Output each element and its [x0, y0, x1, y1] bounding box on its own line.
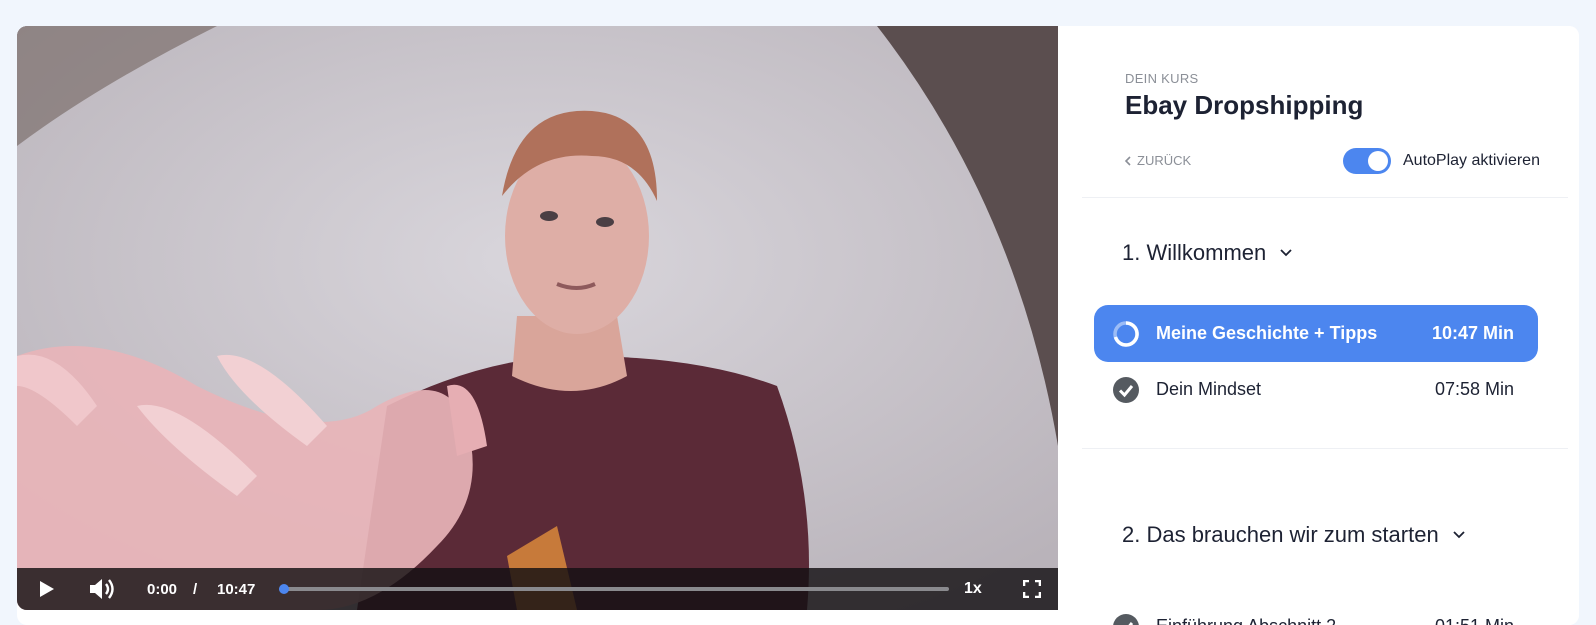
- video-controls: 0:00 / 10:47 1x: [17, 568, 1058, 610]
- volume-icon: [90, 579, 114, 599]
- check-circle-icon: [1112, 613, 1140, 625]
- lesson-title: Meine Geschichte + Tipps: [1156, 323, 1378, 343]
- lesson-item[interactable]: Dein Mindset 07:58 Min: [1094, 361, 1538, 418]
- lesson-title: Einführung Abschnitt 2: [1156, 616, 1435, 625]
- course-sidebar: DEIN KURS Ebay Dropshipping ZURÜCK AutoP…: [1058, 26, 1579, 625]
- seek-bar[interactable]: [279, 584, 949, 594]
- back-label: ZURÜCK: [1137, 153, 1192, 168]
- play-button[interactable]: [35, 568, 59, 610]
- total-duration: 10:47: [217, 580, 256, 598]
- lesson-duration: 01:51 Min: [1435, 616, 1514, 625]
- seek-handle[interactable]: [279, 584, 289, 594]
- fullscreen-icon: [1023, 580, 1041, 598]
- play-icon: [40, 581, 54, 597]
- check-circle-icon: [1112, 376, 1140, 404]
- chevron-left-icon: [1124, 155, 1131, 166]
- loading-spinner-icon: [1112, 320, 1140, 348]
- section-title: 2. Das brauchen wir zum starten: [1122, 522, 1439, 547]
- section-header-willkommen[interactable]: 1. Willkommen: [1122, 240, 1292, 266]
- divider: [1082, 448, 1568, 449]
- lesson-title: Dein Mindset: [1156, 379, 1262, 399]
- video-player[interactable]: 0:00 / 10:47 1x: [17, 26, 1058, 610]
- back-link[interactable]: ZURÜCK: [1124, 153, 1191, 168]
- section-title: 1. Willkommen: [1122, 240, 1267, 265]
- course-title: Ebay Dropshipping: [1125, 90, 1364, 120]
- course-player-card: 0:00 / 10:47 1x DEIN KURS Ebay Dropshipp…: [17, 26, 1579, 625]
- autoplay-switch[interactable]: [1343, 148, 1391, 174]
- lesson-duration: 07:58 Min: [1434, 379, 1514, 399]
- fullscreen-button[interactable]: [1021, 568, 1043, 610]
- lesson-item-active[interactable]: Meine Geschichte + Tipps 10:47 Min: [1094, 305, 1538, 362]
- divider: [1082, 197, 1568, 198]
- lesson-item[interactable]: Einführung Abschnitt 2 01:51 Min: [1094, 598, 1538, 625]
- playback-speed-button[interactable]: 1x: [964, 568, 982, 610]
- current-time: 0:00: [147, 580, 178, 598]
- lesson-duration: 10:47 Min: [1431, 323, 1514, 343]
- time-separator: /: [193, 580, 198, 598]
- volume-button[interactable]: [87, 568, 117, 610]
- autoplay-label: AutoPlay aktivieren: [1403, 152, 1540, 169]
- section-header-starten[interactable]: 2. Das brauchen wir zum starten: [1122, 522, 1465, 548]
- autoplay-toggle[interactable]: AutoPlay aktivieren: [1343, 148, 1540, 174]
- chevron-down-icon: [1280, 249, 1292, 257]
- course-eyebrow: DEIN KURS: [1125, 71, 1199, 86]
- autoplay-switch-knob: [1368, 151, 1388, 171]
- video-frame[interactable]: [17, 26, 1058, 610]
- chevron-down-icon: [1453, 531, 1465, 539]
